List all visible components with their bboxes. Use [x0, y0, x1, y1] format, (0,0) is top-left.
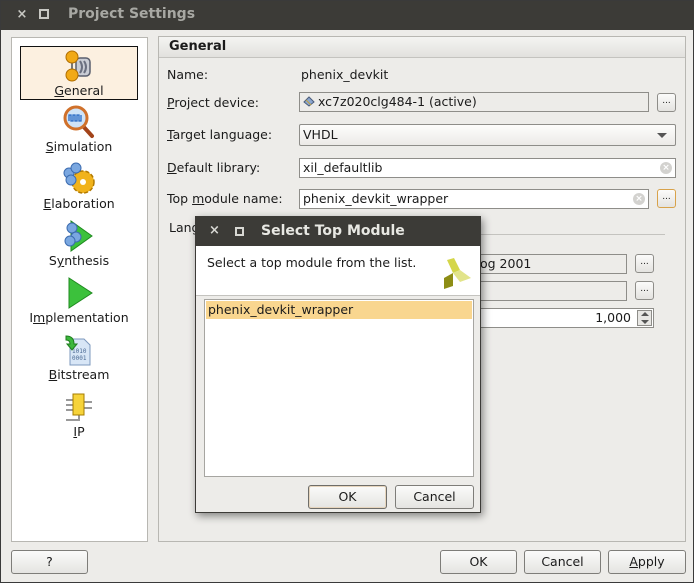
target-language-label: Target language:: [167, 127, 273, 142]
sidebar-item-bitstream[interactable]: 1010 0001 Bitstream: [20, 331, 138, 385]
default-library-label: Default library:: [167, 160, 261, 175]
clear-icon[interactable]: ×: [633, 193, 645, 205]
svg-text:0001: 0001: [72, 355, 87, 362]
maximize-window-button[interactable]: [39, 9, 49, 19]
project-device-field[interactable]: xc7z020clg484-1 (active): [299, 92, 649, 112]
generics-button[interactable]: ...: [635, 281, 654, 300]
sidebar-item-ip[interactable]: IP: [20, 388, 138, 442]
sidebar-item-synthesis[interactable]: Synthesis: [20, 217, 138, 271]
ok-button[interactable]: OK: [440, 550, 517, 574]
name-label: Name:: [167, 67, 209, 82]
ip-icon: [66, 393, 92, 421]
maximize-dialog-button[interactable]: [235, 227, 244, 236]
generics-field[interactable]: [471, 281, 627, 301]
close-window-button[interactable]: ×: [15, 7, 29, 23]
svg-text:1010: 1010: [72, 348, 87, 355]
dialog-title: Select Top Module: [261, 223, 405, 239]
list-item[interactable]: phenix_devkit_wrapper: [206, 301, 472, 319]
implementation-icon: [68, 277, 93, 309]
bitstream-icon: 1010 0001: [65, 335, 91, 366]
help-button[interactable]: ?: [11, 550, 88, 574]
top-module-list[interactable]: phenix_devkit_wrapper: [204, 299, 474, 477]
choose-top-module-button[interactable]: ...: [657, 189, 676, 208]
dialog-header: Select a top module from the list.: [196, 246, 480, 296]
general-icon: [65, 50, 91, 82]
sidebar-item-implementation[interactable]: Implementation: [20, 274, 138, 328]
sidebar-item-elaboration[interactable]: Elaboration: [20, 160, 138, 214]
window-title: Project Settings: [68, 6, 196, 22]
device-chip-icon: [303, 96, 315, 107]
sidebar-item-label: Bitstream: [48, 367, 110, 382]
choose-device-button[interactable]: ...: [657, 93, 676, 112]
sidebar-item-label: Simulation: [45, 139, 113, 154]
xilinx-logo-icon: [444, 258, 471, 289]
arrow-up-icon[interactable]: [641, 312, 649, 316]
spinner-buttons[interactable]: [637, 310, 652, 326]
dialog-cancel-button[interactable]: Cancel: [395, 485, 474, 509]
dialog-title-bar: × Select Top Module: [196, 217, 480, 246]
sidebar-item-label: Elaboration: [43, 196, 115, 211]
synthesis-icon: [64, 220, 93, 252]
target-language-select[interactable]: VHDL: [299, 124, 676, 146]
apply-button[interactable]: Apply: [608, 550, 686, 574]
simulation-icon: [63, 105, 94, 138]
loop-limit-spinner[interactable]: 1,000: [471, 308, 654, 328]
clear-icon[interactable]: ×: [660, 162, 672, 174]
sidebar-item-label: General: [54, 83, 104, 98]
default-library-input[interactable]: xil_defaultlib ×: [299, 158, 676, 178]
select-top-module-dialog: × Select Top Module Select a top module …: [195, 216, 481, 513]
title-bar: × Project Settings: [1, 1, 694, 30]
project-settings-window: × Project Settings General Simulation El…: [0, 0, 694, 583]
dialog-message: Select a top module from the list.: [207, 255, 417, 270]
top-module-input[interactable]: phenix_devkit_wrapper ×: [299, 189, 649, 209]
close-dialog-button[interactable]: ×: [209, 223, 220, 238]
sidebar-item-general[interactable]: General: [20, 46, 138, 100]
chevron-down-icon: [657, 133, 667, 138]
sidebar-item-label: Synthesis: [48, 253, 110, 268]
verilog-options-field[interactable]: og 2001: [471, 254, 627, 274]
cancel-button[interactable]: Cancel: [524, 550, 601, 574]
panel-header: General: [159, 37, 685, 58]
project-device-label: Project device:: [167, 95, 260, 110]
elaboration-icon: [63, 162, 95, 194]
sidebar-item-label: Implementation: [29, 310, 129, 325]
arrow-down-icon[interactable]: [641, 320, 649, 324]
verilog-options-button[interactable]: ...: [635, 254, 654, 273]
top-module-label: Top module name:: [167, 191, 283, 206]
settings-category-list: General Simulation Elaboration Synthesis…: [11, 37, 148, 542]
sidebar-item-simulation[interactable]: Simulation: [20, 103, 138, 157]
sidebar-item-label: IP: [73, 424, 85, 439]
project-name-value: phenix_devkit: [301, 67, 389, 82]
dialog-ok-button[interactable]: OK: [308, 485, 387, 509]
